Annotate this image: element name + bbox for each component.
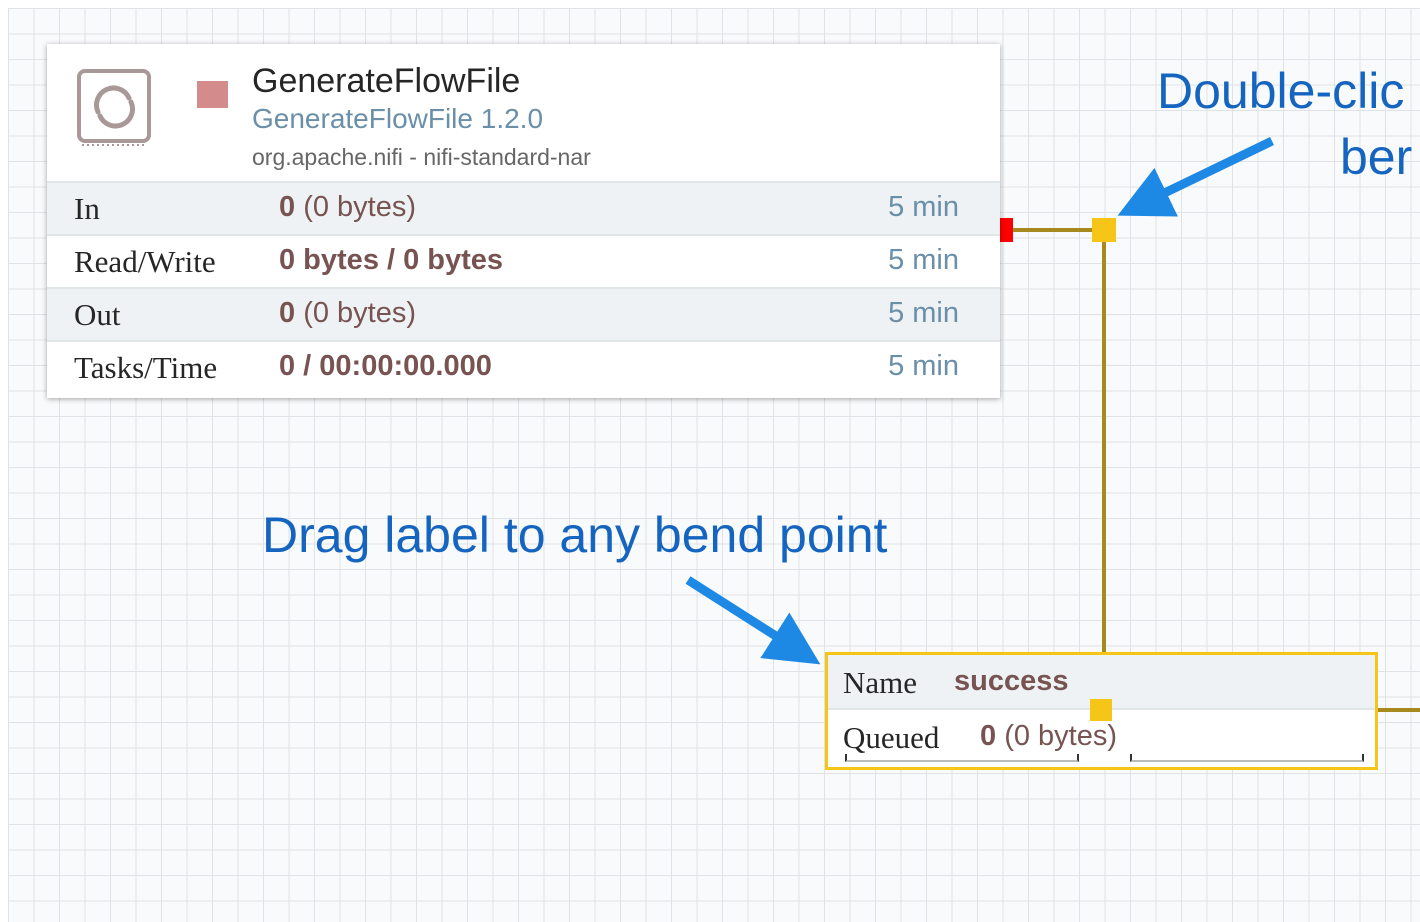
stat-label: In — [74, 191, 100, 226]
annotation-top-line2: ber — [1340, 129, 1413, 185]
stat-row-tasks-time: Tasks/Time 0 / 00:00:00.000 5 min — [47, 340, 1000, 393]
stat-row-out: Out 0 (0 bytes) 5 min — [47, 287, 1000, 340]
stopped-status-icon — [197, 81, 228, 108]
connection-name-label: Name — [843, 665, 918, 700]
connection-name-value: success — [954, 665, 1069, 697]
processor-icon — [77, 69, 151, 146]
queue-progress-bar-left — [845, 754, 1079, 762]
stat-label: Out — [74, 297, 121, 332]
label-bend-point[interactable] — [1090, 699, 1112, 721]
annotation-drag-label: Drag label to any bend point — [262, 507, 888, 563]
stat-time: 5 min — [888, 350, 959, 382]
processor-bundle: org.apache.nifi - nifi-standard-nar — [252, 144, 591, 170]
stat-value: 0 bytes / 0 bytes — [279, 244, 504, 276]
connection-queued-label: Queued — [843, 720, 940, 755]
connection-queued-value: 0 (0 bytes) — [980, 720, 1118, 752]
processor-name: GenerateFlowFile — [252, 62, 521, 100]
processor-type: GenerateFlowFile 1.2.0 — [252, 103, 544, 134]
stat-label: Tasks/Time — [74, 350, 218, 385]
stat-label: Read/Write — [74, 244, 216, 279]
queue-progress-bar-right — [1130, 754, 1364, 762]
stat-row-in: In 0 (0 bytes) 5 min — [47, 181, 1000, 234]
stat-value: 0 (0 bytes) — [279, 297, 417, 329]
stat-time: 5 min — [888, 191, 959, 223]
stat-time: 5 min — [888, 297, 959, 329]
stat-value: 0 / 00:00:00.000 — [279, 350, 492, 382]
processor-generateflowfile[interactable]: GenerateFlowFile GenerateFlowFile 1.2.0 … — [47, 44, 1000, 398]
stat-time: 5 min — [888, 244, 959, 276]
processor-header: GenerateFlowFile GenerateFlowFile 1.2.0 … — [47, 44, 1000, 180]
stat-value: 0 (0 bytes) — [279, 191, 417, 223]
annotation-top-line1: Double-clic — [1157, 63, 1405, 119]
processor-stats: In 0 (0 bytes) 5 min Read/Write 0 bytes … — [47, 181, 1000, 393]
stat-row-read-write: Read/Write 0 bytes / 0 bytes 5 min — [47, 234, 1000, 287]
